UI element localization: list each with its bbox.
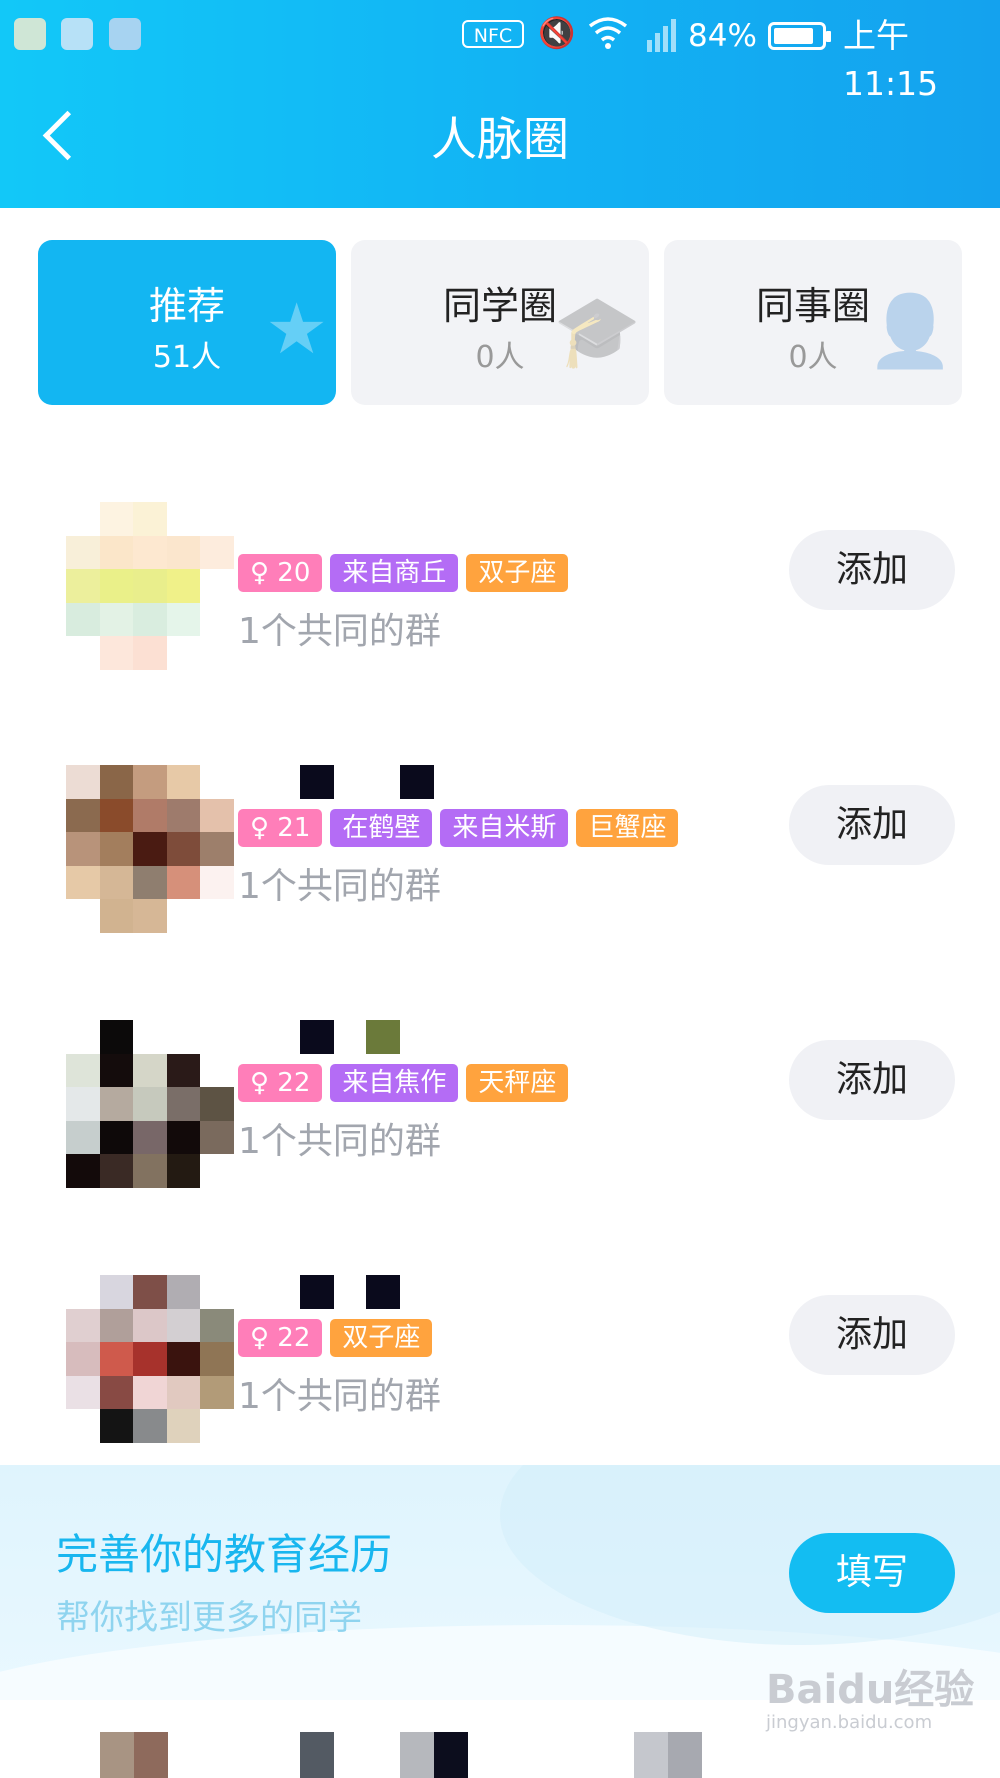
common-groups: 1个共同的群	[238, 1121, 441, 1162]
tab-recommend[interactable]: 推荐 51人 ★	[38, 240, 336, 405]
avatar[interactable]	[66, 1275, 234, 1443]
person-card[interactable]: ♀ 21 在鹤壁 来自米斯 巨蟹座 1个共同的群 添加	[0, 745, 1000, 975]
nfc-indicator: NFC	[462, 20, 524, 48]
gender-age-tag: ♀ 21	[238, 809, 323, 847]
tab-colleagues[interactable]: 同事圈 0人 👤	[664, 240, 962, 405]
star-card-icon: ★	[265, 288, 328, 370]
person-card[interactable]: ♀ 20 来自商丘 双子座 1个共同的群 添加	[0, 490, 1000, 720]
add-button[interactable]: 添加	[789, 530, 955, 610]
tag-list: ♀ 20 来自商丘 双子座	[238, 554, 569, 592]
person-card[interactable]: ♀ 22 双子座 1个共同的群 添加	[0, 1255, 1000, 1485]
redacted-name	[300, 1275, 500, 1309]
banner-title: 完善你的教育经历	[56, 1530, 393, 1579]
tag-list: ♀ 22 来自焦作 天秤座	[238, 1064, 569, 1102]
common-groups: 1个共同的群	[238, 1376, 441, 1417]
worker-icon: 👤	[866, 290, 954, 372]
info-tag: 来自商丘	[330, 554, 459, 592]
graduate-icon: 🎓	[553, 290, 641, 372]
gender-age-tag: ♀ 20	[238, 554, 323, 592]
info-tag: 来自焦作	[330, 1064, 459, 1102]
gender-age-tag: ♀ 22	[238, 1319, 323, 1357]
tag-list: ♀ 22 双子座	[238, 1319, 433, 1357]
gallery-icon	[109, 18, 141, 50]
info-tag: 天秤座	[466, 1064, 569, 1102]
page-title: 人脉圈	[431, 112, 569, 166]
banner-subtitle: 帮你找到更多的同学	[56, 1598, 362, 1638]
common-groups: 1个共同的群	[238, 866, 441, 907]
status-bar: NFC 🔇 84% 上午11:15	[0, 0, 1000, 103]
avatar[interactable]	[66, 502, 234, 670]
clock: 上午11:15	[843, 16, 939, 103]
add-button[interactable]: 添加	[789, 1040, 955, 1120]
wifi-icon	[588, 14, 628, 61]
watermark-url: jingyan.baidu.com	[766, 1712, 933, 1733]
mute-icon: 🔇	[538, 16, 576, 51]
education-banner[interactable]: 完善你的教育经历 帮你找到更多的同学 填写	[0, 1465, 1000, 1700]
info-tag: 来自米斯	[440, 809, 569, 847]
wechat-icon	[61, 18, 93, 50]
info-tag: 巨蟹座	[576, 809, 679, 847]
tab-classmates[interactable]: 同学圈 0人 🎓	[351, 240, 649, 405]
signal-icon	[645, 14, 679, 65]
shield-app-icon	[14, 18, 46, 50]
battery-icon	[768, 22, 831, 50]
info-tag: 在鹤壁	[330, 809, 433, 847]
add-button[interactable]: 添加	[789, 1295, 955, 1375]
tag-list: ♀ 21 在鹤壁 来自米斯 巨蟹座	[238, 809, 679, 847]
person-card[interactable]: ♀ 22 来自焦作 天秤座 1个共同的群 添加	[0, 1000, 1000, 1230]
watermark-logo: Baidu经验	[766, 1667, 975, 1713]
avatar[interactable]	[66, 765, 234, 933]
fill-in-button[interactable]: 填写	[789, 1533, 955, 1613]
common-groups: 1个共同的群	[238, 611, 441, 652]
gender-age-tag: ♀ 22	[238, 1064, 323, 1102]
avatar[interactable]	[66, 1020, 234, 1188]
battery-percent: 84%	[688, 18, 757, 54]
redacted-name	[300, 1020, 500, 1054]
redacted-name	[300, 765, 500, 799]
add-button[interactable]: 添加	[789, 785, 955, 865]
header: NFC 🔇 84% 上午11:15 人脉圈	[0, 0, 1000, 208]
info-tag: 双子座	[466, 554, 569, 592]
info-tag: 双子座	[330, 1319, 433, 1357]
baidu-watermark: Baidu经验 jingyan.baidu.com	[766, 1668, 974, 1734]
